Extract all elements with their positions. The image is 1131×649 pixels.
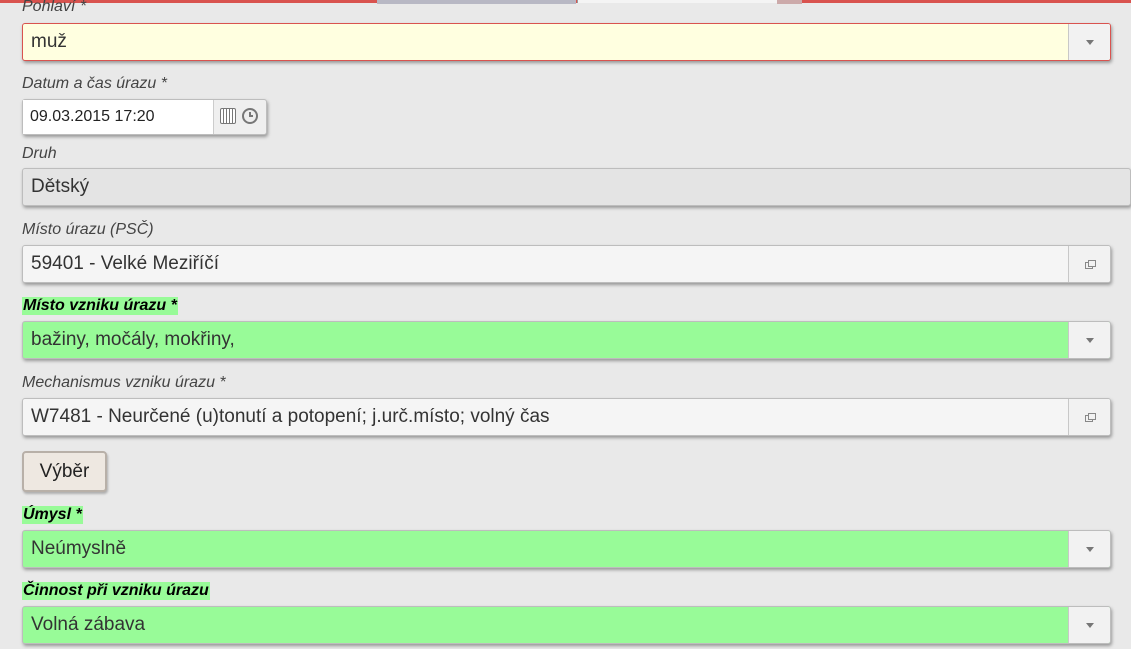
intent-dropdown-button[interactable] <box>1068 531 1110 567</box>
datetime-input[interactable]: 09.03.2015 17:20 <box>23 100 214 134</box>
top-tab[interactable] <box>777 0 802 4</box>
activity-label: Činnost při vzniku úrazu <box>22 582 210 600</box>
select-button[interactable]: Výběr <box>22 451 107 492</box>
place-origin-dropdown-button[interactable] <box>1068 322 1110 358</box>
popup-icon <box>1084 413 1096 422</box>
mechanism-popup-button[interactable] <box>1068 399 1110 435</box>
place-origin-value: bažiny, močály, mokřiny, <box>31 329 235 350</box>
mechanism-label: Mechanismus vzniku úrazu * <box>22 374 226 391</box>
gender-dropdown-button[interactable] <box>1068 24 1110 60</box>
chevron-down-icon <box>1085 337 1094 343</box>
activity-dropdown-button[interactable] <box>1068 607 1110 643</box>
calendar-icon[interactable] <box>220 108 236 124</box>
intent-value: Neúmyslně <box>31 538 127 559</box>
place-psc-value: 59401 - Velké Meziříčí <box>31 253 219 274</box>
mechanism-field[interactable]: W7481 - Neurčené (u)tonutí a potopení; j… <box>22 398 1111 436</box>
place-origin-label: Místo vzniku úrazu * <box>22 297 178 315</box>
type-field: Dětský <box>22 168 1131 206</box>
top-tab[interactable] <box>577 0 778 3</box>
datetime-label: Datum a čas úrazu * <box>22 75 167 92</box>
chevron-down-icon <box>1085 546 1094 552</box>
activity-value: Volná zábava <box>31 614 146 635</box>
chevron-down-icon <box>1085 622 1094 628</box>
intent-select[interactable]: Neúmyslně <box>22 530 1111 568</box>
type-value: Dětský <box>31 176 90 197</box>
mechanism-value: W7481 - Neurčené (u)tonutí a potopení; j… <box>31 406 550 427</box>
clock-icon[interactable] <box>242 108 258 124</box>
popup-icon <box>1084 260 1096 269</box>
place-psc-field[interactable]: 59401 - Velké Meziříčí <box>22 245 1111 283</box>
gender-value: muž <box>31 31 67 52</box>
activity-select[interactable]: Volná zábava <box>22 606 1111 644</box>
place-origin-select[interactable]: bažiny, močály, mokřiny, <box>22 321 1111 359</box>
place-psc-label: Místo úrazu (PSČ) <box>22 221 154 238</box>
chevron-down-icon <box>1085 39 1094 45</box>
type-label: Druh <box>22 145 57 162</box>
datetime-picker[interactable]: 09.03.2015 17:20 <box>22 99 267 135</box>
place-psc-popup-button[interactable] <box>1068 246 1110 282</box>
intent-label: Úmysl * <box>22 506 83 524</box>
gender-select[interactable]: muž <box>22 23 1111 61</box>
gender-label: Pohlaví * <box>22 0 87 15</box>
top-tab[interactable] <box>377 0 576 4</box>
